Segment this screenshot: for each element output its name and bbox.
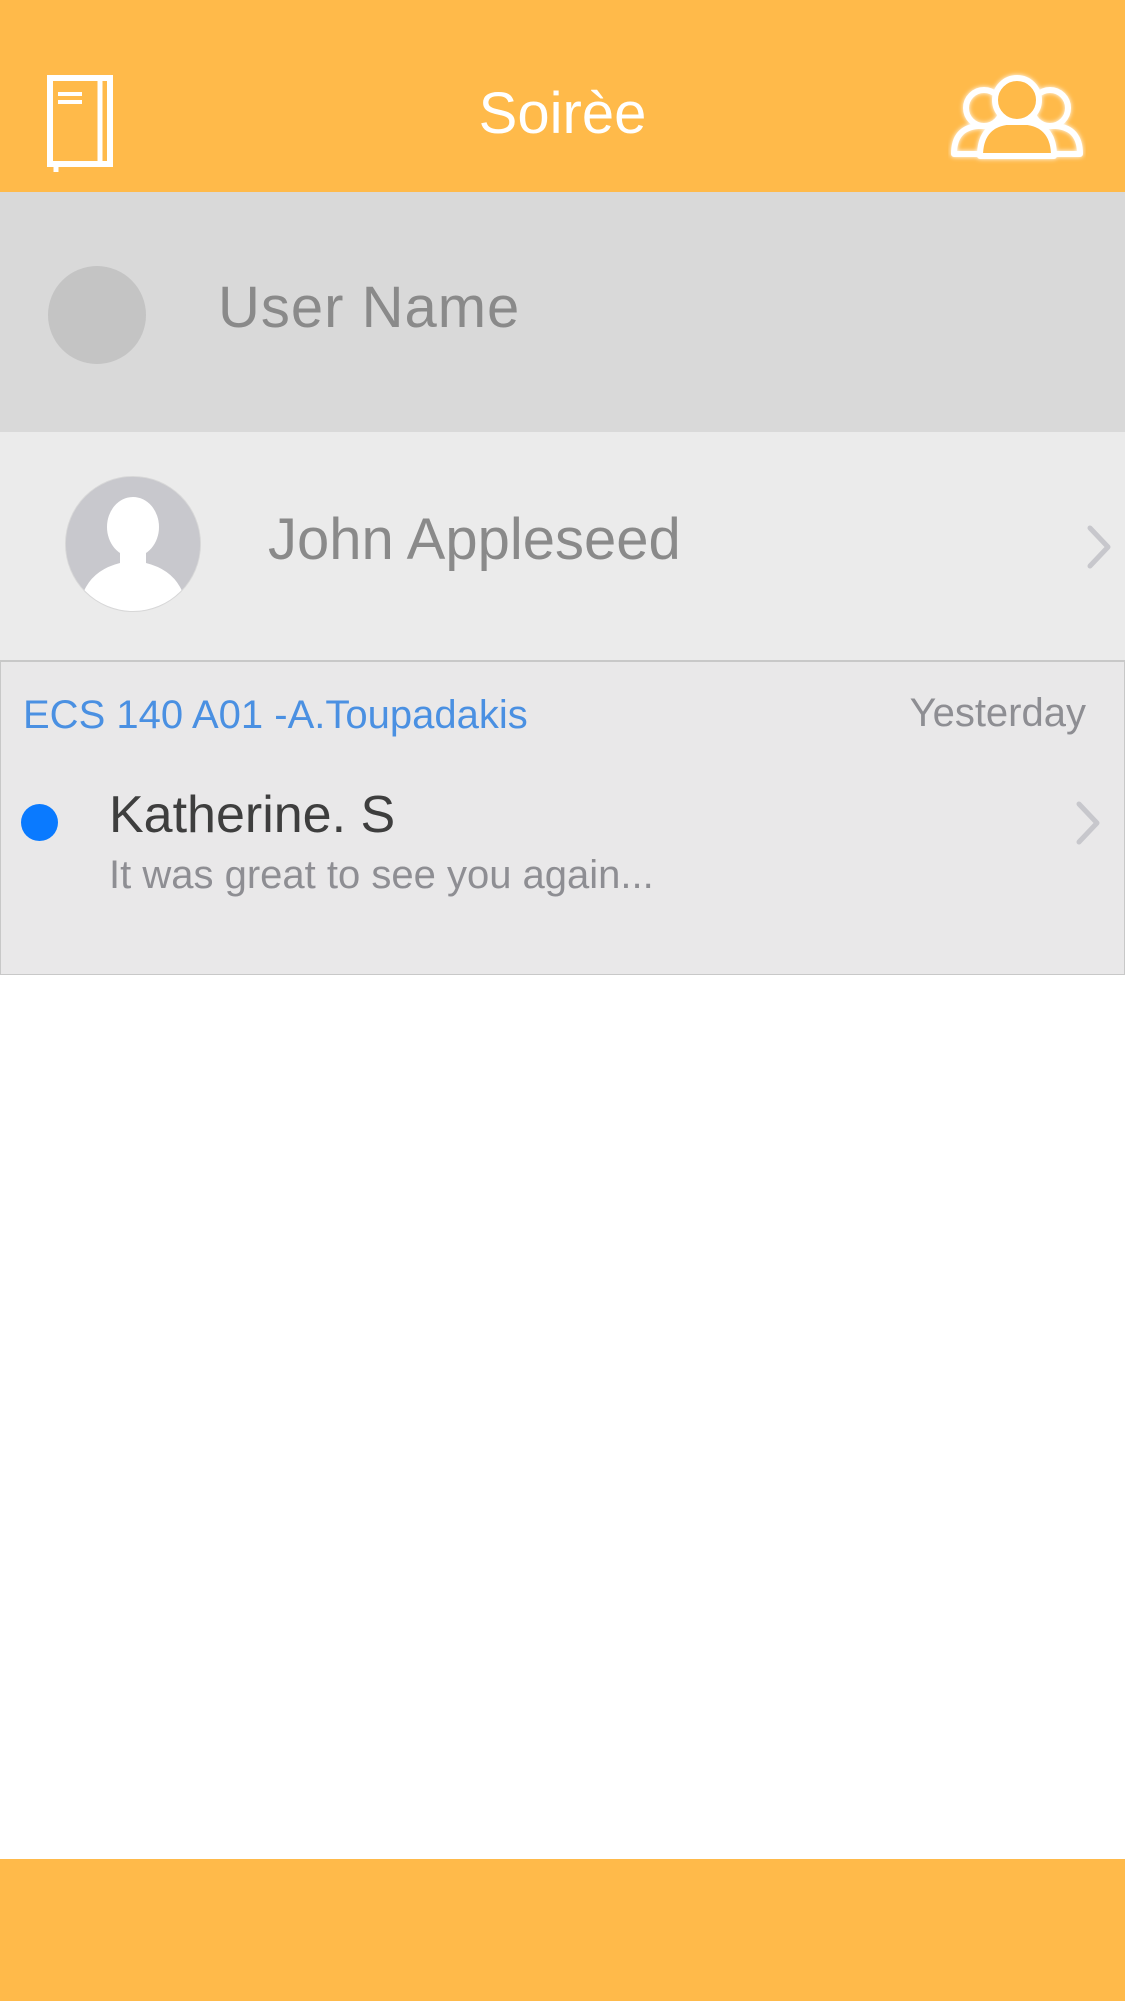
- unread-indicator: [21, 804, 58, 841]
- user-name-label: User Name: [218, 275, 521, 340]
- message-card[interactable]: ECS 140 A01 -A.Toupadakis Yesterday Kath…: [0, 660, 1125, 975]
- contact-avatar: [66, 477, 200, 611]
- message-timestamp: Yesterday: [909, 691, 1086, 735]
- chevron-right-icon: [1076, 801, 1100, 845]
- sender-name: Katherine. S: [109, 786, 396, 844]
- user-profile-band[interactable]: User Name: [0, 192, 1125, 432]
- friends-group-icon: [951, 75, 1083, 159]
- bottom-bar: [0, 1859, 1125, 2001]
- chevron-right-icon: [1087, 525, 1111, 569]
- friends-button[interactable]: [948, 66, 1086, 170]
- top-nav-bar: Soirèe: [0, 0, 1125, 192]
- person-silhouette-icon: [66, 477, 200, 611]
- avatar-placeholder-icon: [48, 266, 146, 364]
- app-screen: Soirèe User Name John Appleseed ECS 140 …: [0, 0, 1125, 2001]
- message-preview: It was great to see you again...: [109, 853, 654, 897]
- contact-row[interactable]: John Appleseed: [0, 432, 1125, 660]
- course-label: ECS 140 A01 -A.Toupadakis: [23, 693, 528, 737]
- contact-name: John Appleseed: [268, 507, 681, 572]
